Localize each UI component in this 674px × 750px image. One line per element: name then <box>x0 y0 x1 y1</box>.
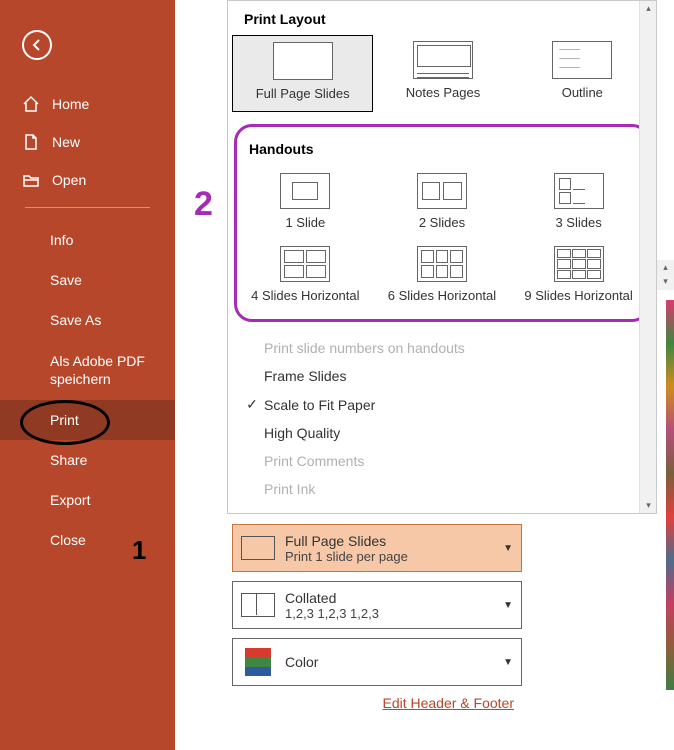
combo-layout-sub: Print 1 slide per page <box>285 549 503 564</box>
scroll-down-icon[interactable]: ▾ <box>640 498 657 513</box>
back-button[interactable] <box>22 30 52 60</box>
dropdown-scrollbar[interactable]: ▴ ▾ <box>639 1 656 513</box>
annotation-2: 2 <box>194 185 213 224</box>
combo-collate-title: Collated <box>285 590 503 606</box>
combo-layout-title: Full Page Slides <box>285 533 503 549</box>
handout-4-horizontal[interactable]: 4 Slides Horizontal <box>237 238 374 311</box>
handout-4-icon <box>280 246 330 282</box>
chevron-down-icon: ▼ <box>503 543 513 554</box>
handout-2-icon <box>417 173 467 209</box>
preview-thumbnail-edge <box>666 300 674 690</box>
nav-open[interactable]: Open <box>0 161 175 199</box>
sidebar-divider <box>25 207 150 208</box>
notes-pages-icon <box>413 41 473 79</box>
option-scale-to-fit[interactable]: ✓Scale to Fit Paper <box>264 390 656 419</box>
handouts-highlight-box: Handouts 1 Slide 2 Slides 3 Slides 4 Sli… <box>234 124 650 322</box>
combo-collate[interactable]: Collated 1,2,3 1,2,3 1,2,3 ▼ <box>232 581 522 629</box>
full-page-icon <box>273 42 333 80</box>
home-icon <box>22 95 40 113</box>
combo-collate-sub: 1,2,3 1,2,3 1,2,3 <box>285 606 503 621</box>
nav-new-label: New <box>52 134 80 150</box>
handout-2-slides[interactable]: 2 Slides <box>374 165 511 238</box>
nav-share[interactable]: Share <box>0 440 175 480</box>
nav-info[interactable]: Info <box>0 220 175 260</box>
layout-combo-icon <box>241 536 275 560</box>
option-print-slide-numbers: Print slide numbers on handouts <box>264 334 656 362</box>
scroll-down-icon[interactable]: ▾ <box>657 274 674 288</box>
preview-scrollbar[interactable]: ▴ ▾ <box>657 260 674 290</box>
print-layout-dropdown: ▴ ▾ Print Layout Full Page Slides Notes … <box>227 0 657 514</box>
scroll-up-icon[interactable]: ▴ <box>657 260 674 274</box>
combo-color[interactable]: Color ▼ <box>232 638 522 686</box>
nav-print[interactable]: Print <box>0 400 175 440</box>
option-frame-slides[interactable]: Frame Slides <box>264 362 656 390</box>
handouts-header: Handouts <box>237 131 647 165</box>
handout-3-icon <box>554 173 604 209</box>
nav-export[interactable]: Export <box>0 480 175 520</box>
handout-6-horizontal[interactable]: 6 Slides Horizontal <box>374 238 511 311</box>
option-print-ink: Print Ink <box>264 475 656 503</box>
print-settings-area: Full Page Slides Print 1 slide per page … <box>232 524 522 713</box>
edit-header-footer-link[interactable]: Edit Header & Footer <box>232 695 522 713</box>
combo-color-title: Color <box>285 654 503 670</box>
back-arrow-icon <box>29 37 45 53</box>
option-print-comments: Print Comments <box>264 447 656 475</box>
print-layout-header: Print Layout <box>228 1 656 35</box>
handout-9-icon <box>554 246 604 282</box>
outline-icon <box>552 41 612 79</box>
layout-full-page-slides[interactable]: Full Page Slides <box>232 35 373 112</box>
nav-save-as[interactable]: Save As <box>0 300 175 340</box>
option-high-quality[interactable]: High Quality <box>264 419 656 447</box>
new-icon <box>22 133 40 151</box>
chevron-down-icon: ▼ <box>503 600 513 611</box>
nav-new[interactable]: New <box>0 123 175 161</box>
chevron-down-icon: ▼ <box>503 657 513 668</box>
handout-1-slide[interactable]: 1 Slide <box>237 165 374 238</box>
collate-combo-icon <box>241 593 275 617</box>
combo-layout[interactable]: Full Page Slides Print 1 slide per page … <box>232 524 522 572</box>
color-swatch-icon <box>245 648 271 676</box>
layout-outline[interactable]: Outline <box>513 35 652 112</box>
nav-close[interactable]: Close <box>0 520 175 560</box>
nav-open-label: Open <box>52 172 86 188</box>
handout-6-icon <box>417 246 467 282</box>
nav-home-label: Home <box>52 96 89 112</box>
check-icon: ✓ <box>240 396 264 413</box>
backstage-sidebar: Home New Open Info Save Save As Als Adob… <box>0 0 175 750</box>
nav-save[interactable]: Save <box>0 260 175 300</box>
nav-adobe-pdf[interactable]: Als Adobe PDF speichern <box>0 340 175 400</box>
annotation-1: 1 <box>132 535 146 566</box>
nav-home[interactable]: Home <box>0 85 175 123</box>
scroll-up-icon[interactable]: ▴ <box>640 1 657 16</box>
handout-1-icon <box>280 173 330 209</box>
open-icon <box>22 171 40 189</box>
layout-notes-pages[interactable]: Notes Pages <box>373 35 512 112</box>
handout-9-horizontal[interactable]: 9 Slides Horizontal <box>510 238 647 311</box>
handout-3-slides[interactable]: 3 Slides <box>510 165 647 238</box>
